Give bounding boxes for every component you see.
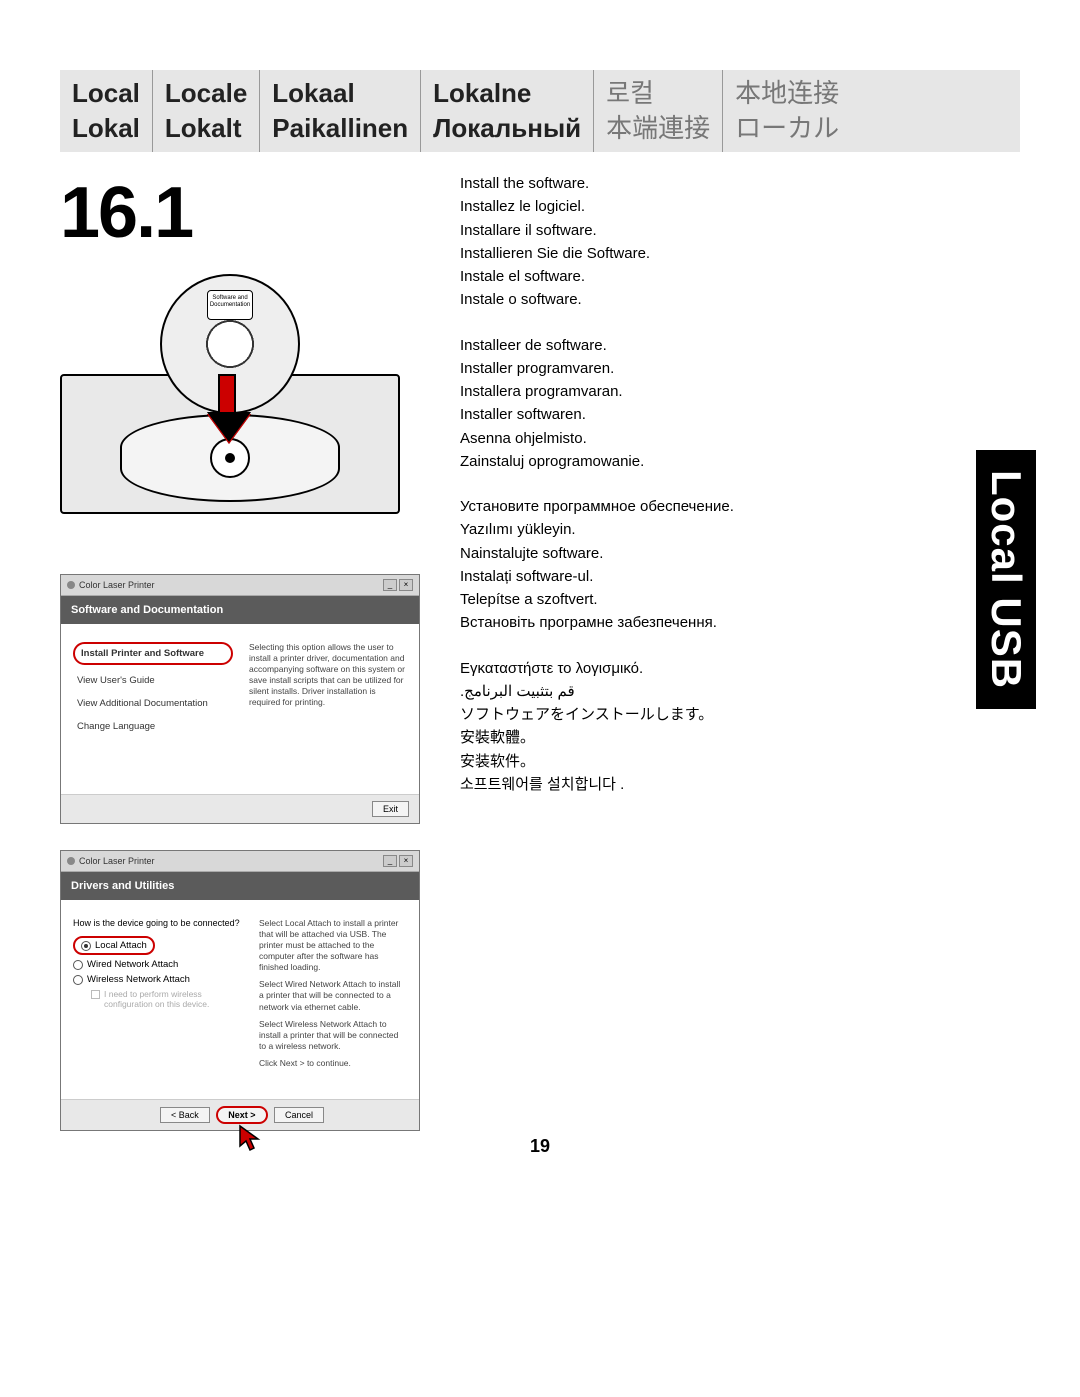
window-title: Color Laser Printer	[79, 856, 155, 866]
close-icon[interactable]: ×	[399, 855, 413, 867]
radio-label: Wireless Network Attach	[87, 974, 190, 985]
lang-cell: Lokaal	[272, 76, 408, 111]
instruction-line: Installeer de software.	[460, 334, 910, 357]
lang-col-3: Lokaal Paikallinen	[260, 70, 421, 152]
instruction-line: Installieren Sie die Software.	[460, 242, 910, 265]
close-icon[interactable]: ×	[399, 579, 413, 591]
lang-cell: 本地连接	[735, 76, 839, 111]
instructions-group-2: Installeer de software. Installer progra…	[460, 334, 910, 474]
instruction-line: Zainstaluj oprogramowanie.	[460, 450, 910, 473]
window-titlebar: Color Laser Printer _ ×	[61, 575, 419, 596]
instruction-line: Nainstalujte software.	[460, 542, 910, 565]
instruction-line: Instale o software.	[460, 288, 910, 311]
lang-col-5: 로컬 本端連接	[594, 70, 723, 152]
lang-col-2: Locale Lokalt	[153, 70, 260, 152]
radio-label: Local Attach	[95, 940, 147, 951]
radio-icon	[73, 960, 83, 970]
desc-p: Click Next > to continue.	[259, 1058, 407, 1069]
tray-spindle	[210, 438, 250, 478]
installer-window-drivers: Color Laser Printer _ × Drivers and Util…	[60, 850, 420, 1131]
instruction-line: Instale el software.	[460, 265, 910, 288]
radio-icon	[81, 941, 91, 951]
menu-change-language[interactable]: Change Language	[73, 715, 233, 738]
instructions-group-3: Установите программное обеспечение. Yazı…	[460, 495, 910, 635]
instructions-group-4: Εγκαταστήστε το λογισμικό. قم بتثبيت الب…	[460, 657, 910, 797]
instructions-group-1: Install the software. Installez le logic…	[460, 172, 910, 312]
checkbox-label: I need to perform wireless configuration…	[104, 989, 243, 1009]
cd-label: Software and Documentation	[207, 290, 253, 320]
radio-wireless-network[interactable]: Wireless Network Attach	[73, 974, 243, 985]
desc-p: Select Wired Network Attach to install a…	[259, 979, 407, 1012]
lang-cell: Locale	[165, 76, 247, 111]
minimize-icon[interactable]: _	[383, 855, 397, 867]
next-button[interactable]: Next >	[216, 1106, 267, 1124]
lang-cell: Local	[72, 76, 140, 111]
app-icon	[67, 857, 75, 865]
instruction-line: Installer softwaren.	[460, 403, 910, 426]
side-tab-local-usb: Local USB	[976, 450, 1036, 709]
lang-col-6: 本地连接 ローカル	[723, 70, 851, 152]
window-banner: Drivers and Utilities	[61, 872, 419, 900]
instruction-line: Install the software.	[460, 172, 910, 195]
radio-local-attach[interactable]: Local Attach	[73, 936, 155, 955]
radio-wired-network[interactable]: Wired Network Attach	[73, 959, 243, 970]
cancel-button[interactable]: Cancel	[274, 1107, 324, 1123]
instruction-line: Asenna ohjelmisto.	[460, 427, 910, 450]
instruction-line: Yazılımı yükleyin.	[460, 518, 910, 541]
instruction-line: 安装软件。	[460, 750, 910, 773]
lang-cell: Lokalt	[165, 111, 247, 146]
instruction-line: 安裝軟體。	[460, 726, 910, 749]
instruction-line: 소프트웨어를 설치합니다 .	[460, 773, 910, 796]
lang-col-4: Lokalne Локальный	[421, 70, 594, 152]
menu-list: Install Printer and Software View User's…	[73, 642, 233, 764]
instruction-line: Εγκαταστήστε το λογισμικό.	[460, 657, 910, 680]
instruction-line: Installera programvaran.	[460, 380, 910, 403]
desc-p: Select Local Attach to install a printer…	[259, 918, 407, 973]
radio-icon	[73, 975, 83, 985]
menu-view-additional-docs[interactable]: View Additional Documentation	[73, 692, 233, 715]
instruction-line: Installez le logiciel.	[460, 195, 910, 218]
checkbox-icon	[91, 990, 100, 999]
back-button[interactable]: < Back	[160, 1107, 210, 1123]
lang-cell: Локальный	[433, 111, 581, 146]
lang-cell: 로컬	[606, 76, 710, 111]
lang-cell: ローカル	[735, 111, 839, 146]
desc-p: Select Wireless Network Attach to instal…	[259, 1019, 407, 1052]
exit-button[interactable]: Exit	[372, 801, 409, 817]
lang-col-1: Local Lokal	[60, 70, 153, 152]
cd-insert-illustration: Software and Documentation	[60, 274, 400, 534]
minimize-icon[interactable]: _	[383, 579, 397, 591]
instruction-line: قم بتثبيت البرنامج.	[460, 680, 910, 703]
lang-cell: Lokalne	[433, 76, 581, 111]
window-titlebar: Color Laser Printer _ ×	[61, 851, 419, 872]
lang-cell: Paikallinen	[272, 111, 408, 146]
radio-label: Wired Network Attach	[87, 959, 178, 970]
connection-description: Select Local Attach to install a printer…	[259, 918, 407, 1069]
page-number: 19	[0, 1136, 1080, 1157]
window-banner: Software and Documentation	[61, 596, 419, 624]
installer-window-software: Color Laser Printer _ × Software and Doc…	[60, 574, 420, 824]
menu-install-printer-software[interactable]: Install Printer and Software	[73, 642, 233, 665]
instruction-line: ソフトウェアをインストールします。	[460, 703, 910, 726]
lang-cell: Lokal	[72, 111, 140, 146]
menu-view-user-guide[interactable]: View User's Guide	[73, 669, 233, 692]
instruction-line: Instalați software-ul.	[460, 565, 910, 588]
window-title: Color Laser Printer	[79, 580, 155, 590]
wireless-config-checkbox: I need to perform wireless configuration…	[91, 989, 243, 1009]
instruction-line: Installare il software.	[460, 219, 910, 242]
instruction-line: Встановіть програмне забезпечення.	[460, 611, 910, 634]
instruction-line: Telepítse a szoftvert.	[460, 588, 910, 611]
language-header: Local Lokal Locale Lokalt Lokaal Paikall…	[60, 70, 1020, 152]
step-number: 16.1	[60, 172, 420, 254]
lang-cell: 本端連接	[606, 111, 710, 146]
instruction-line: Installer programvaren.	[460, 357, 910, 380]
connection-question: How is the device going to be connected?	[73, 918, 243, 928]
app-icon	[67, 581, 75, 589]
menu-description: Selecting this option allows the user to…	[249, 642, 407, 764]
instruction-line: Установите программное обеспечение.	[460, 495, 910, 518]
